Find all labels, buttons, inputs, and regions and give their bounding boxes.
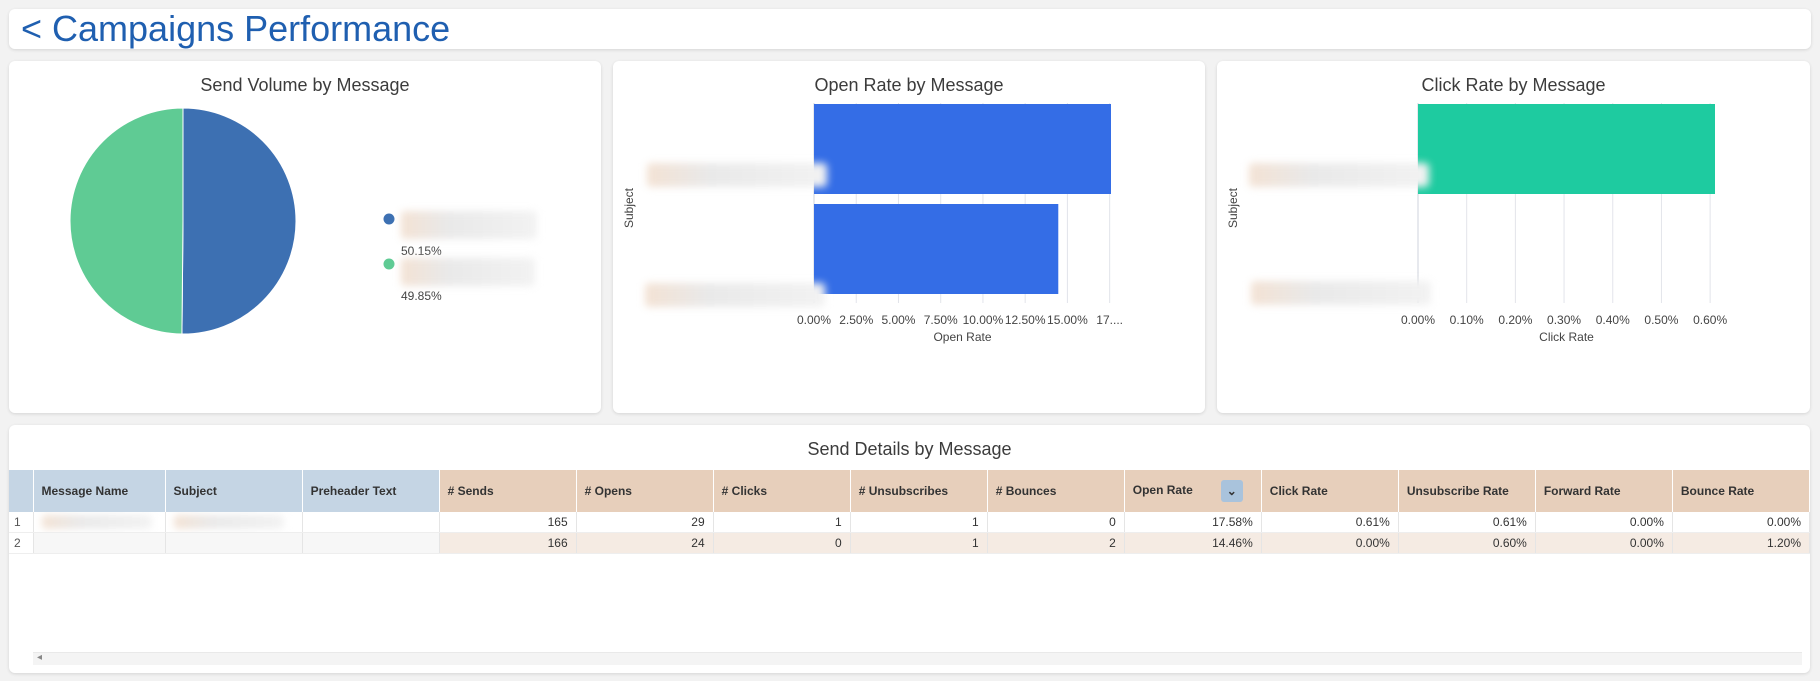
y-axis-title: Subject [622,187,636,228]
bar-1[interactable] [1418,104,1715,194]
table-header-row: Message Name Subject Preheader Text # Se… [9,470,1811,512]
subject-cell [165,512,303,533]
sends-cell: 165 [439,512,577,533]
unsubscribes-cell: 1 [850,532,988,554]
x-tick-label: 0.50% [1644,313,1678,327]
send-details-tile: Send Details by Message Message Name Sub… [9,425,1811,673]
send-details-table: Message Name Subject Preheader Text # Se… [9,470,1811,554]
x-axis-title: Open Rate [933,330,991,344]
legend-pct-2: 49.85% [401,289,442,303]
unsubscribe-rate-cell: 0.61% [1398,512,1536,533]
table-row: 1 165 29 1 1 0 17.58% 0.61% 0.61% 0.00% … [9,512,1811,533]
x-tick-label: 7.50% [924,313,958,327]
preheader-cell [302,532,440,554]
message-name-cell [33,512,166,533]
legend-marker-2 [383,258,395,270]
x-tick-label: 15.00% [1047,313,1088,327]
col-header-opens[interactable]: # Opens [576,470,714,512]
legend-pct-1: 50.15% [401,244,442,258]
bounce-rate-cell: 0.00% [1672,512,1811,533]
open-rate-cell: 17.58% [1124,512,1262,533]
x-tick-label: 0.60% [1693,313,1727,327]
scroll-left-arrow-icon[interactable]: ◂ [37,652,42,663]
x-tick-label: 17.... [1096,313,1123,327]
x-tick-label: 0.00% [797,313,831,327]
x-tick-label: 0.10% [1450,313,1484,327]
col-header-message-name[interactable]: Message Name [33,470,166,512]
message-name-cell [33,532,166,554]
col-header-bounces[interactable]: # Bounces [987,470,1125,512]
legend-marker-1 [383,213,395,225]
open-rate-header-label: Open Rate [1132,483,1193,498]
x-tick-label: 0.00% [1401,313,1435,327]
pie-slice-2[interactable] [69,107,184,335]
unsubscribe-rate-cell: 0.60% [1398,532,1536,554]
open-rate-tile: Open Rate by Message 0.00% 2.50% 5.00% 7.50… [613,61,1205,413]
index-header [9,470,34,512]
horizontal-scrollbar[interactable]: ◂ [33,652,1802,665]
sends-cell: 166 [439,532,577,554]
col-header-subject[interactable]: Subject [165,470,303,512]
legend-label-2-redacted [401,258,535,286]
bar-1[interactable] [814,104,1111,194]
bar-2[interactable] [814,204,1059,294]
col-header-bounce-rate[interactable]: Bounce Rate [1672,470,1811,512]
clicks-cell: 1 [713,512,851,533]
header-bar: < Campaigns Performance [9,9,1811,49]
col-header-open-rate[interactable]: Open Rate ⌄ [1124,470,1262,512]
click-rate-cell: 0.61% [1261,512,1399,533]
click-rate-cell: 0.00% [1261,532,1399,554]
col-header-unsubscribes[interactable]: # Unsubscribes [850,470,988,512]
opens-cell: 24 [576,532,714,554]
legend-label-1-redacted [401,211,537,239]
x-axis-title: Click Rate [1539,330,1594,344]
col-header-click-rate[interactable]: Click Rate [1261,470,1399,512]
click-category-1-redacted [1249,163,1429,187]
preheader-cell [302,512,440,533]
click-rate-bar-chart: 0.00% 0.10% 0.20% 0.30% 0.40% 0.50% 0.60% Click… [1226,103,1727,344]
x-tick-label: 5.00% [881,313,915,327]
bounces-cell: 2 [987,532,1125,554]
col-header-unsubscribe-rate[interactable]: Unsubscribe Rate [1398,470,1536,512]
x-tick-label: 12.50% [1005,313,1046,327]
open-category-2-redacted [645,283,825,307]
unsubscribes-cell: 1 [850,512,988,533]
row-index: 1 [9,512,34,533]
x-tick-label: 0.20% [1498,313,1532,327]
forward-rate-cell: 0.00% [1535,512,1673,533]
send-volume-tile: Send Volume by Message 50.15% 49.85% [9,61,601,413]
send-details-title: Send Details by Message [807,439,1012,459]
bounce-rate-cell: 1.20% [1672,532,1811,554]
table-row: 2 166 24 0 1 2 14.46% 0.00% 0.60% 0.00% … [9,532,1811,554]
x-tick-label: 0.40% [1596,313,1630,327]
bounces-cell: 0 [987,512,1125,533]
opens-cell: 29 [576,512,714,533]
open-category-1-redacted [647,163,827,187]
col-header-preheader[interactable]: Preheader Text [302,470,440,512]
col-header-forward-rate[interactable]: Forward Rate [1535,470,1673,512]
page-title[interactable]: < Campaigns Performance [21,11,450,47]
open-rate-bar-chart: 0.00% 2.50% 5.00% 7.50% 10.00% 12.50% 15.00% 17… [622,103,1123,344]
chevron-down-icon[interactable]: ⌄ [1220,480,1243,502]
x-tick-label: 10.00% [963,313,1004,327]
click-category-2-redacted [1251,281,1431,305]
x-tick-label: 2.50% [839,313,873,327]
pie-slice-1[interactable] [181,107,297,335]
click-rate-tile: Click Rate by Message 0.00% 0.10% 0.20% 0.3… [1217,61,1810,413]
clicks-cell: 0 [713,532,851,554]
subject-cell [165,532,303,554]
open-rate-cell: 14.46% [1124,532,1262,554]
x-tick-label: 0.30% [1547,313,1581,327]
forward-rate-cell: 0.00% [1535,532,1673,554]
col-header-clicks[interactable]: # Clicks [713,470,851,512]
y-axis-title: Subject [1226,187,1240,228]
col-header-sends[interactable]: # Sends [439,470,577,512]
row-index: 2 [9,532,34,554]
